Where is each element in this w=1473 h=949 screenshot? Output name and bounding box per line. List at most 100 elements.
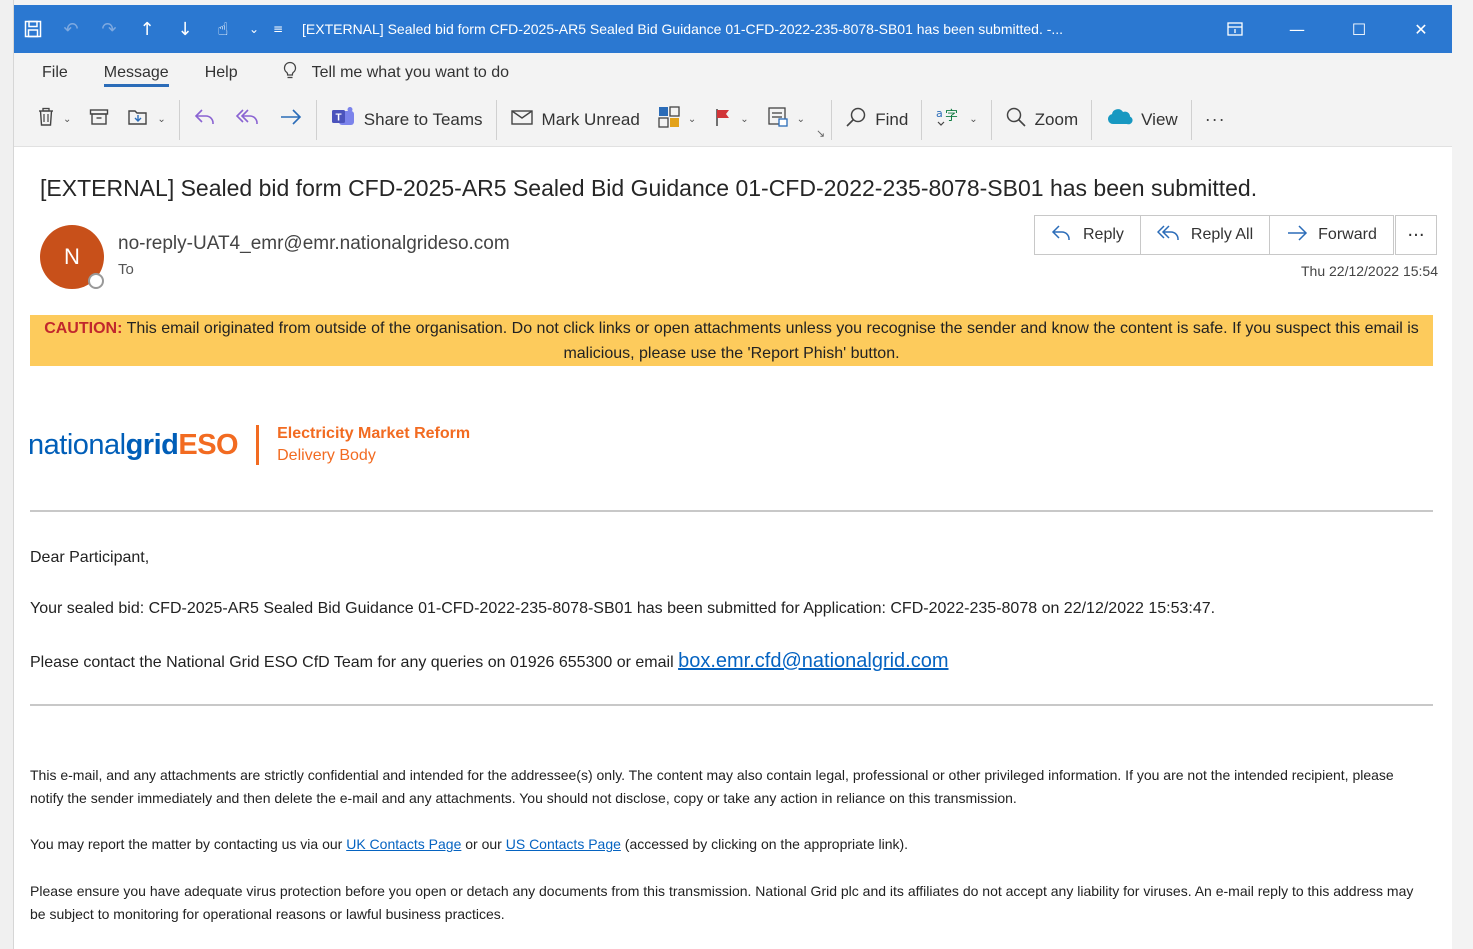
received-date: Thu 22/12/2022 15:54: [1300, 263, 1438, 279]
chevron-down-icon[interactable]: ⌄: [740, 114, 748, 125]
close-icon[interactable]: ✕: [1390, 5, 1452, 53]
reply-icon: [1051, 224, 1073, 247]
contact-email-link[interactable]: box.emr.cfd@nationalgrid.com: [678, 650, 948, 672]
translate-icon: a字: [935, 106, 961, 134]
next-item-icon[interactable]: ↓: [166, 5, 204, 53]
menu-file[interactable]: File: [24, 53, 86, 93]
redo-icon[interactable]: ↷: [90, 5, 128, 53]
archive-button[interactable]: [80, 100, 118, 140]
menu-help[interactable]: Help: [187, 53, 256, 93]
find-button[interactable]: Find: [836, 100, 917, 140]
mark-unread-label: Mark Unread: [541, 109, 640, 129]
follow-up-button[interactable]: ⌄: [705, 100, 757, 140]
logo-line1: Electricity Market Reform: [277, 425, 471, 442]
ribbon-separator: [1190, 99, 1192, 140]
cloud-icon: [1105, 107, 1133, 133]
contact-line: Please contact the National Grid ESO CfD…: [30, 650, 949, 673]
logo-wordmark: nationalgridESO: [28, 428, 239, 462]
translate-button[interactable]: a字 ⌄: [926, 100, 986, 140]
confidentiality-notice: This e-mail, and any attachments are str…: [30, 767, 1394, 806]
national-grid-eso-logo: nationalgridESO Electricity Market Refor…: [28, 423, 470, 467]
forward-ribbon-button[interactable]: [270, 100, 312, 140]
delete-button[interactable]: ⌄: [28, 100, 80, 140]
chevron-down-icon[interactable]: ⌄: [969, 114, 977, 125]
caution-label: CAUTION:: [44, 320, 123, 337]
reply-all-icon: [235, 107, 261, 133]
mark-unread-button[interactable]: Mark Unread: [501, 100, 649, 140]
minimize-icon[interactable]: —: [1266, 5, 1328, 53]
reply-all-label: Reply All: [1190, 226, 1254, 243]
report-prefix: You may report the matter by contacting …: [30, 836, 347, 852]
undo-icon[interactable]: ↶: [52, 5, 90, 53]
logo-national: national: [28, 428, 126, 461]
find-label: Find: [875, 109, 909, 129]
dialog-launcher-icon: ↘: [815, 127, 826, 140]
tags-dialog-launcher[interactable]: ↘: [814, 100, 827, 140]
virus-notice: Please ensure you have adequate virus pr…: [30, 883, 1414, 922]
more-icon: ···: [1407, 224, 1425, 246]
touch-mode-icon[interactable]: ☝: [204, 5, 242, 53]
chevron-down-icon[interactable]: ⌄: [157, 114, 165, 125]
reply-all-button[interactable]: Reply All: [1141, 216, 1271, 254]
move-button[interactable]: ⌄: [118, 100, 174, 140]
customize-toolbar-icon[interactable]: ≡: [266, 5, 290, 53]
greeting: Dear Participant,: [30, 549, 150, 566]
tell-me-search[interactable]: Tell me what you want to do: [256, 61, 509, 86]
teams-icon: T: [330, 106, 356, 134]
lightbulb-icon: [282, 61, 298, 86]
logo-line2: Delivery Body: [277, 447, 376, 464]
reply-all-ribbon-button[interactable]: [226, 100, 270, 140]
zoom-icon: [1005, 106, 1027, 134]
reply-ribbon-button[interactable]: [184, 100, 226, 140]
us-contacts-link[interactable]: US Contacts Page: [506, 836, 621, 852]
search-icon: [845, 106, 867, 134]
svg-text:字: 字: [945, 109, 958, 124]
more-commands-button[interactable]: ···: [1196, 100, 1235, 140]
sender-address[interactable]: no-reply-UAT4_emr@emr.nationalgrideso.co…: [118, 233, 510, 255]
categorize-icon: [658, 105, 680, 134]
ribbon-display-icon[interactable]: [1204, 5, 1266, 53]
view-salesforce-button[interactable]: View: [1096, 100, 1187, 140]
logo-grid: grid: [125, 428, 179, 461]
more-actions-button[interactable]: ···: [1395, 215, 1437, 255]
view-label: View: [1141, 109, 1178, 129]
caution-text: This email originated from outside of th…: [122, 320, 1419, 362]
chevron-down-icon[interactable]: ⌄: [242, 5, 266, 53]
move-to-folder-icon: [127, 107, 149, 133]
report-suffix: (accessed by clicking on the appropriate…: [620, 836, 909, 852]
ribbon-separator: [315, 99, 317, 140]
save-icon[interactable]: [14, 5, 52, 53]
reply-all-icon: [1156, 224, 1181, 247]
menu-message[interactable]: Message: [86, 53, 187, 93]
zoom-label: Zoom: [1034, 109, 1079, 129]
svg-text:T: T: [335, 112, 341, 123]
rules-icon: [767, 106, 789, 134]
logo-eso: ESO: [178, 428, 239, 461]
ribbon-toolbar: ⌄ ⌄ T Share to Teams Mark Unread ⌄ ⌄ ⌄ ↘…: [14, 93, 1452, 147]
rules-button[interactable]: ⌄: [758, 100, 814, 140]
previous-item-icon[interactable]: ↑: [128, 5, 166, 53]
tell-me-label: Tell me what you want to do: [311, 64, 510, 81]
zoom-button[interactable]: Zoom: [996, 100, 1087, 140]
uk-contacts-link[interactable]: UK Contacts Page: [346, 836, 461, 852]
ribbon-separator: [990, 99, 992, 140]
divider-top: [30, 510, 1433, 512]
ribbon-separator: [921, 99, 923, 140]
archive-icon: [89, 108, 109, 132]
categorize-button[interactable]: ⌄: [649, 100, 705, 140]
chevron-down-icon[interactable]: ⌄: [688, 114, 696, 125]
chevron-down-icon[interactable]: ⌄: [63, 114, 71, 125]
outlook-message-window: ↶ ↷ ↑ ↓ ☝ ⌄ ≡ [EXTERNAL] Sealed bid form…: [14, 5, 1452, 949]
share-to-teams-button[interactable]: T Share to Teams: [321, 100, 492, 140]
background-window-edge: [0, 0, 14, 949]
logo-subtitle: Electricity Market Reform Delivery Body: [277, 423, 470, 467]
reply-icon: [193, 107, 217, 133]
reading-pane: [EXTERNAL] Sealed bid form CFD-2025-AR5 …: [14, 153, 1452, 949]
chevron-down-icon[interactable]: ⌄: [797, 114, 805, 125]
reply-label: Reply: [1083, 226, 1124, 243]
reply-button[interactable]: Reply: [1035, 216, 1141, 254]
forward-icon: [279, 107, 303, 133]
more-icon: ···: [1204, 109, 1226, 129]
maximize-icon[interactable]: ☐: [1328, 5, 1390, 53]
forward-button[interactable]: Forward: [1270, 216, 1393, 254]
